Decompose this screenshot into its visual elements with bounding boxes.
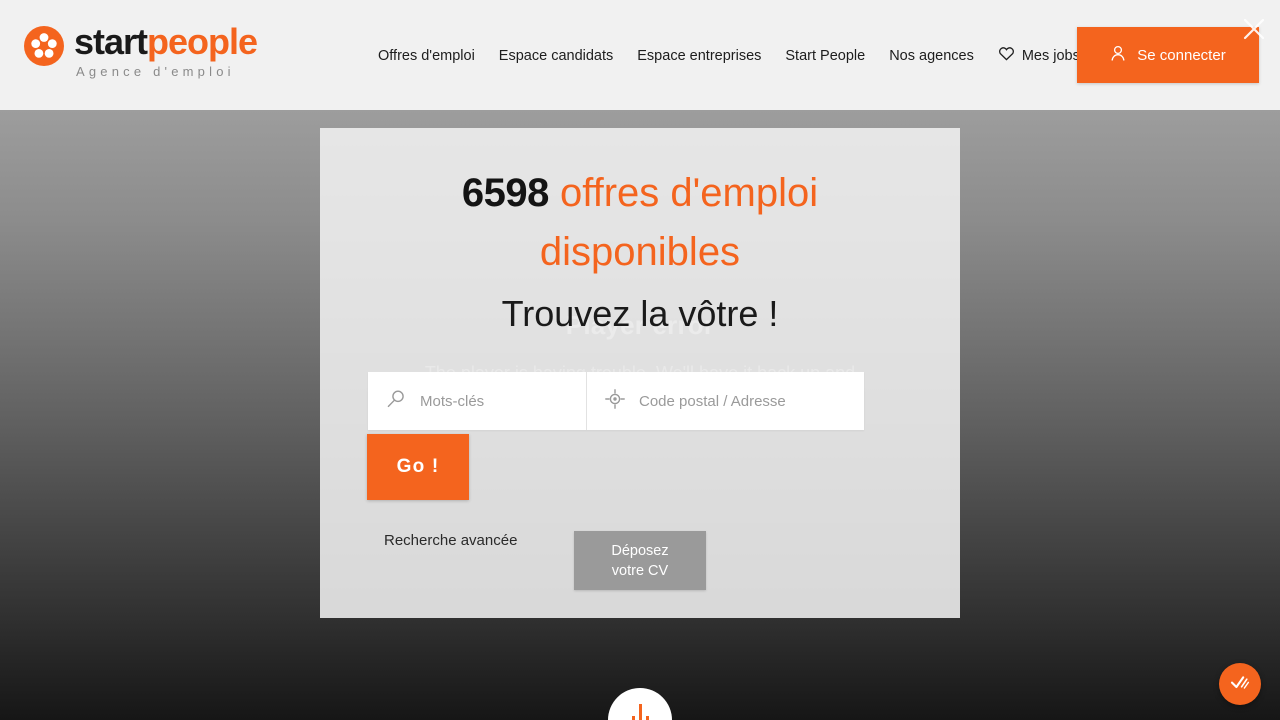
advanced-search-link[interactable]: Recherche avancée <box>384 532 517 549</box>
keyword-field-wrapper[interactable] <box>368 372 587 430</box>
close-icon[interactable] <box>1239 14 1269 44</box>
upload-cv-line2: votre CV <box>611 562 669 579</box>
logo-wordmark: startpeople <box>74 21 258 62</box>
nav-item-espace-entreprises[interactable]: Espace entreprises <box>637 48 761 64</box>
job-search-bar <box>368 372 864 430</box>
search-icon <box>386 389 406 414</box>
hero-subtitle: Trouvez la vôtre ! <box>501 293 779 334</box>
hero-headline: 6598 offres d'emploi disponibles <box>320 164 960 282</box>
location-input[interactable] <box>639 392 864 410</box>
logo-tagline: Agence d'emploi <box>76 64 235 79</box>
upload-cv-button[interactable]: Déposez votre CV <box>574 531 706 590</box>
logo-text-dark: start <box>74 21 148 62</box>
nav-item-start-people[interactable]: Start People <box>785 48 865 64</box>
site-logo[interactable]: startpeople Agence d'emploi <box>24 21 258 79</box>
upload-cv-line1: Déposez <box>611 542 669 559</box>
geolocate-target-icon <box>605 388 625 414</box>
job-count: 6598 <box>461 171 549 215</box>
double-check-icon <box>1228 670 1252 699</box>
logo-text-accent: people <box>147 21 258 62</box>
search-input[interactable] <box>420 392 586 410</box>
scroll-indicator-bars <box>631 704 649 720</box>
hero-search-panel: 6598 offres d'emploi disponibles Trouvez… <box>320 128 960 618</box>
login-button-label: Se connecter <box>1137 46 1226 64</box>
site-header: startpeople Agence d'emploi Offres d'emp… <box>0 0 1280 110</box>
nav-item-offres-demploi[interactable]: Offres d'emploi <box>378 48 475 64</box>
chat-fab-button[interactable] <box>1219 663 1261 705</box>
nav-item-nos-agences[interactable]: Nos agences <box>889 48 974 64</box>
job-count-suffix: offres d'emploi disponibles <box>539 171 819 274</box>
heart-icon <box>998 46 1015 65</box>
startpeople-flower-icon <box>24 26 64 66</box>
login-button[interactable]: Se connecter <box>1077 27 1259 83</box>
main-navigation: Offres d'emploi Espace candidats Espace … <box>378 46 1127 65</box>
nav-item-espace-candidats[interactable]: Espace candidats <box>499 48 613 64</box>
page-root: Player error The player is having troubl… <box>0 0 1280 720</box>
user-icon <box>1110 45 1126 66</box>
location-field-wrapper[interactable] <box>587 372 864 430</box>
search-submit-button[interactable]: Go ! <box>367 434 469 500</box>
